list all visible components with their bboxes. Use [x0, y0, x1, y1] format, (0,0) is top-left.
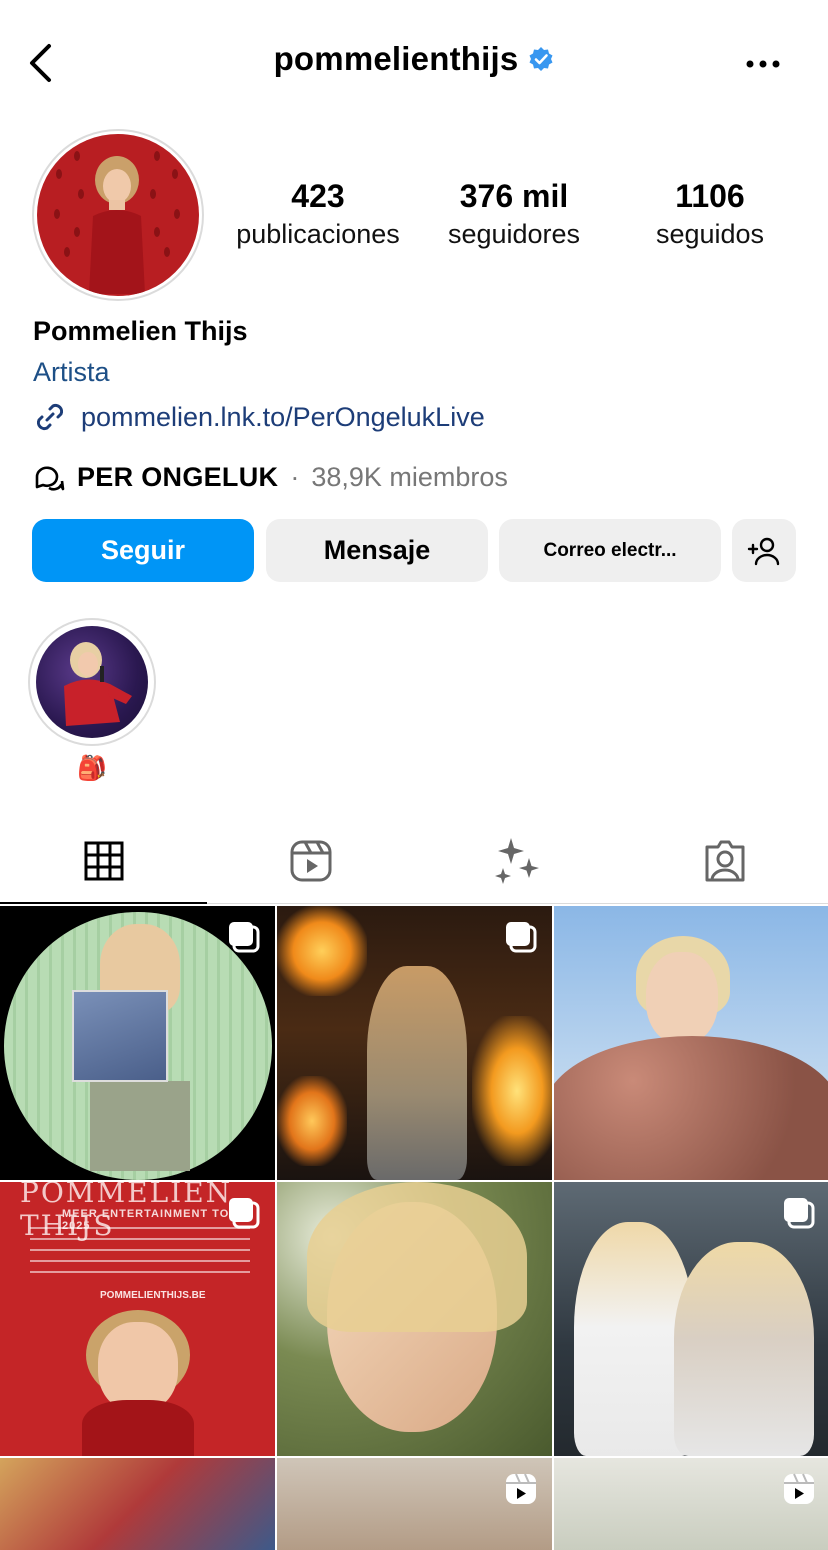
- reel-icon: [784, 1473, 814, 1504]
- add-person-icon: [747, 537, 780, 565]
- tab-tagged[interactable]: [621, 818, 828, 903]
- story-highlight[interactable]: 🎒: [28, 618, 156, 784]
- poster-site: POMMELIENTHIJS.BE: [100, 1290, 206, 1301]
- tab-posts-grid[interactable]: [0, 818, 207, 904]
- message-button[interactable]: Mensaje: [266, 519, 488, 582]
- verified-badge-icon: [529, 47, 553, 71]
- stat-following-label: seguidos: [655, 219, 765, 249]
- stat-posts-value: 423: [291, 178, 345, 214]
- profile-avatar[interactable]: [32, 129, 204, 301]
- more-options-button[interactable]: [738, 44, 788, 84]
- carousel-icon: [229, 1198, 260, 1229]
- tagged-person-icon: [705, 840, 744, 881]
- grid-icon: [84, 841, 123, 880]
- sparkles-icon: [494, 837, 539, 884]
- full-name: Pommelien Thijs: [33, 316, 248, 346]
- post-thumbnail[interactable]: [277, 906, 552, 1180]
- stat-following[interactable]: 1106 seguidos: [612, 176, 808, 252]
- broadcast-channel[interactable]: PER ONGELUK · 38,9K miembros: [33, 461, 508, 493]
- top-bar: pommelienthijs: [0, 0, 828, 130]
- stat-posts-label: publicaciones: [236, 219, 400, 249]
- channel-separator: ·: [290, 461, 300, 492]
- tab-reels[interactable]: [207, 818, 414, 903]
- stat-following-value: 1106: [675, 178, 745, 214]
- highlight-label: 🎒: [77, 755, 107, 782]
- post-thumbnail[interactable]: [554, 1182, 828, 1456]
- username-header: pommelienthijs: [0, 40, 828, 78]
- profile-tabs: [0, 818, 828, 904]
- avatar-image: [37, 134, 199, 296]
- reels-icon: [290, 840, 331, 881]
- follow-button[interactable]: Seguir: [32, 519, 254, 582]
- tab-effects[interactable]: [414, 818, 621, 903]
- email-button[interactable]: Correo electr...: [499, 519, 721, 582]
- carousel-icon: [506, 922, 537, 953]
- post-thumbnail[interactable]: [0, 1458, 275, 1550]
- highlight-image: [36, 626, 148, 738]
- stat-followers-label: seguidores: [447, 219, 581, 249]
- suggested-users-button[interactable]: [732, 519, 796, 582]
- post-thumbnail[interactable]: POMMELIEN THIJS MEER ENTERTAINMENT TOUR …: [0, 1182, 275, 1456]
- posts-grid: POMMELIEN THIJS MEER ENTERTAINMENT TOUR …: [0, 906, 828, 1550]
- username: pommelienthijs: [273, 40, 519, 77]
- post-thumbnail[interactable]: [277, 1182, 552, 1456]
- profile-stats: 423 publicaciones 376 mil seguidores 110…: [220, 176, 810, 252]
- bio-link-text: pommelien.lnk.to/PerOngelukLive: [81, 401, 485, 432]
- stat-followers[interactable]: 376 mil seguidores: [416, 176, 612, 252]
- channel-members: 38,9K miembros: [311, 461, 508, 492]
- highlight-cover: [28, 618, 156, 746]
- chat-bubbles-icon: [35, 466, 65, 491]
- post-thumbnail[interactable]: [554, 906, 828, 1180]
- bio-link[interactable]: pommelien.lnk.to/PerOngelukLive: [33, 400, 485, 434]
- link-icon: [36, 403, 64, 431]
- more-horizontal-icon: [746, 60, 780, 68]
- category-label: Artista: [33, 357, 110, 387]
- channel-name: PER ONGELUK: [77, 461, 279, 492]
- post-thumbnail[interactable]: [554, 1458, 828, 1550]
- stat-followers-value: 376 mil: [459, 178, 569, 214]
- post-thumbnail[interactable]: [277, 1458, 552, 1550]
- stat-posts[interactable]: 423 publicaciones: [220, 176, 416, 252]
- reel-icon: [506, 1473, 536, 1504]
- carousel-icon: [784, 1198, 815, 1229]
- carousel-icon: [229, 922, 260, 953]
- post-thumbnail[interactable]: [0, 906, 275, 1180]
